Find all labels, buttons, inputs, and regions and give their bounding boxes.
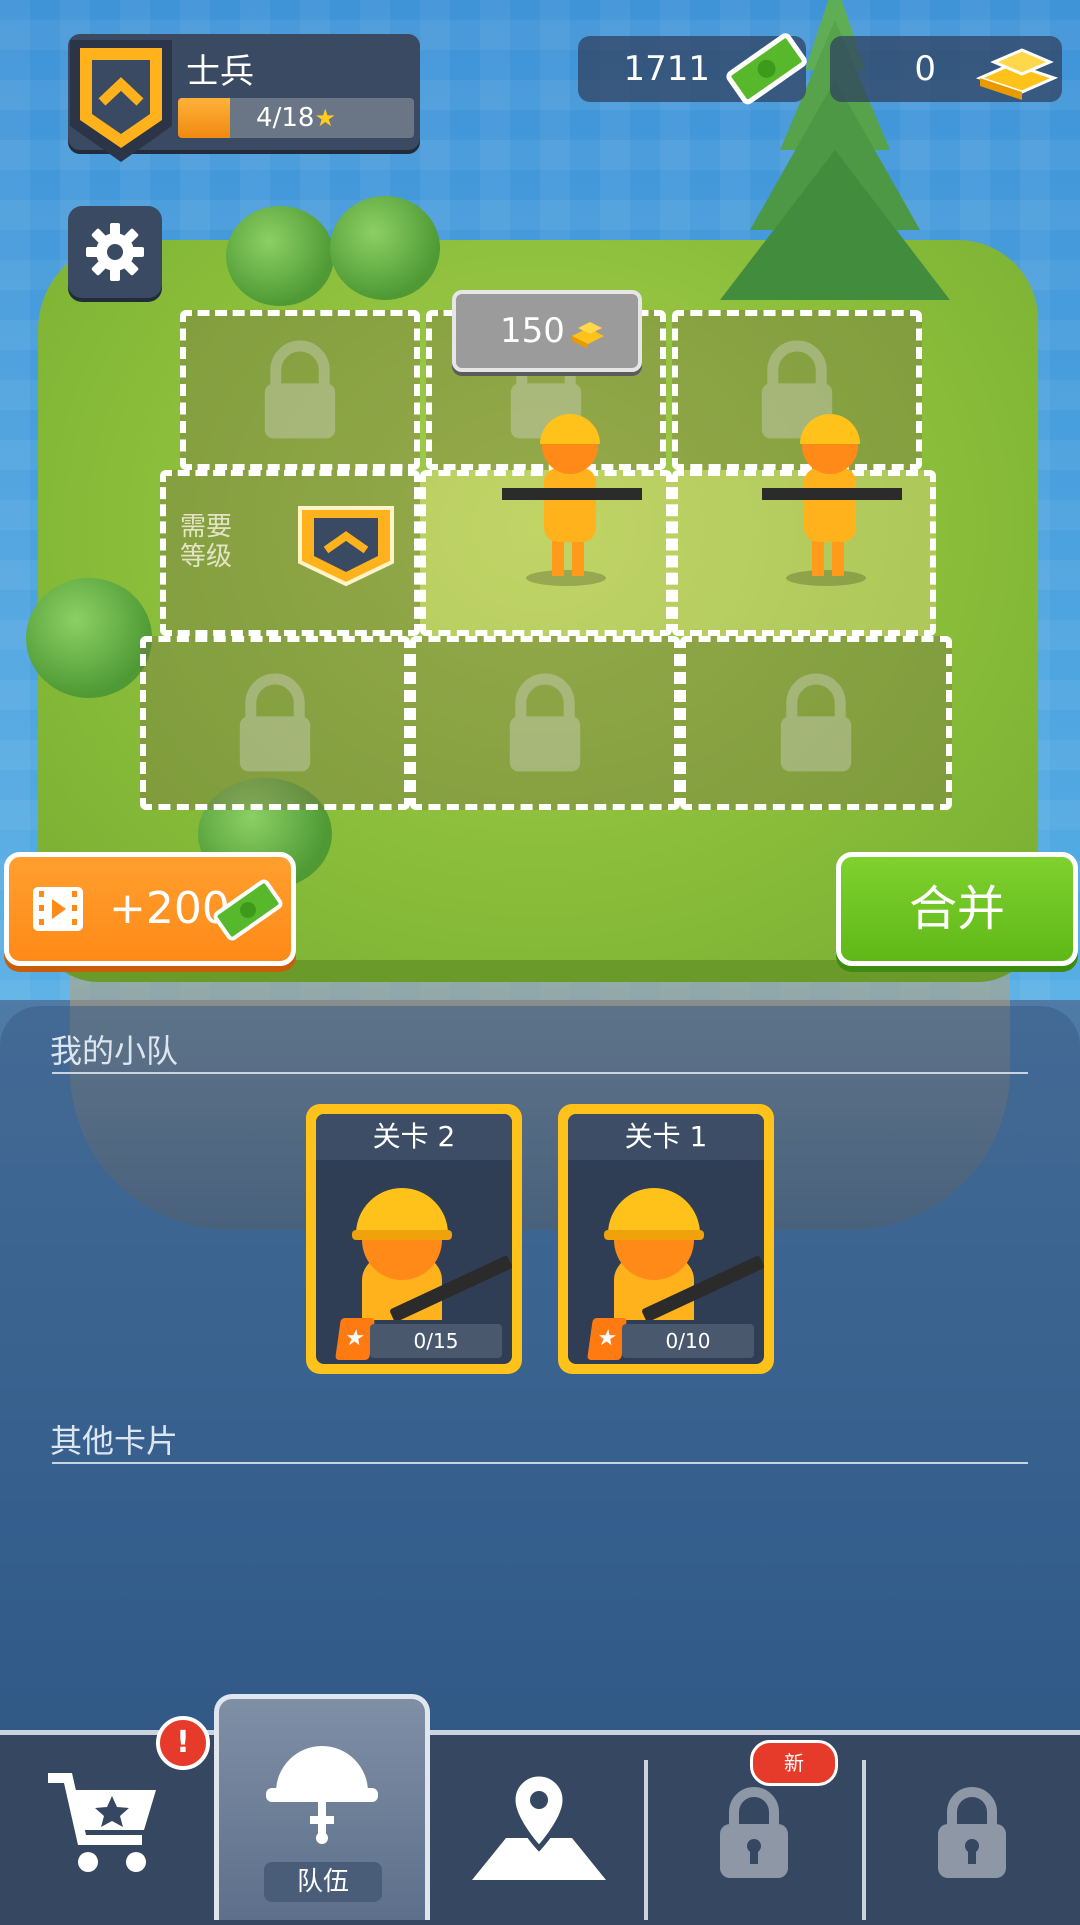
helmet-icon xyxy=(266,1746,378,1844)
card-title: 关卡 1 xyxy=(568,1114,764,1160)
card-progress: 0/10 xyxy=(622,1324,754,1358)
board-tile-locked[interactable] xyxy=(180,310,420,470)
rank-title: 士兵 xyxy=(186,52,254,92)
unlock-price-value: 150 xyxy=(500,311,565,351)
bush xyxy=(330,196,440,300)
bush xyxy=(26,578,152,698)
cash-counter[interactable]: 1711 xyxy=(578,33,807,105)
merge-button[interactable]: 合并 xyxy=(836,852,1078,966)
soldier-unit[interactable] xyxy=(760,388,910,588)
xp-progress-bar: 4/18★ xyxy=(178,98,414,138)
gold-value: 0 xyxy=(914,49,936,89)
star-icon: ★ xyxy=(587,1318,627,1360)
my-squad-title: 我的小队 xyxy=(50,1032,179,1070)
unlock-price-button[interactable]: 150 xyxy=(452,290,642,372)
soldier-unit[interactable] xyxy=(500,388,650,588)
gear-icon xyxy=(86,223,144,281)
card-progress: 0/15 xyxy=(370,1324,502,1358)
shopping-cart-icon xyxy=(48,1773,156,1872)
lock-icon xyxy=(239,673,311,772)
soldier-portrait xyxy=(604,1188,764,1320)
level-requirement-text: 需要 等级 xyxy=(180,512,233,572)
lock-icon xyxy=(720,1787,788,1878)
lock-icon xyxy=(509,673,581,772)
card-body: 关卡 2 ★ 0/15 xyxy=(316,1114,512,1364)
xp-progress-text: 4/18★ xyxy=(256,103,336,133)
nav-tab-map[interactable] xyxy=(432,1740,642,1920)
squad-card[interactable]: 关卡 2 ★ 0/15 xyxy=(306,1104,522,1374)
shop-alert-badge: ! xyxy=(156,1716,210,1770)
board-tile-locked[interactable] xyxy=(140,636,410,810)
lock-icon xyxy=(780,673,852,772)
soldier-portrait xyxy=(352,1188,512,1320)
settings-button[interactable] xyxy=(68,206,162,298)
board-tile-locked[interactable] xyxy=(680,636,952,810)
merge-button-label: 合并 xyxy=(908,881,1005,937)
map-pin-icon xyxy=(472,1771,606,1880)
rank-badge-icon xyxy=(298,506,394,587)
cash-icon xyxy=(726,33,807,105)
watch-ad-reward-button[interactable]: +200 xyxy=(4,852,296,966)
rank-badge-icon xyxy=(70,40,172,162)
new-badge: 新 xyxy=(750,1740,838,1786)
board-tile-locked[interactable] xyxy=(410,636,680,810)
cash-icon xyxy=(213,879,283,941)
gold-counter[interactable]: 0 xyxy=(830,36,1062,102)
lock-icon xyxy=(264,340,336,439)
section-divider xyxy=(52,1072,1028,1074)
nav-tab-locked[interactable] xyxy=(866,1740,1080,1920)
card-body: 关卡 1 ★ 0/10 xyxy=(568,1114,764,1364)
squad-card[interactable]: 关卡 1 ★ 0/10 xyxy=(558,1104,774,1374)
star-icon: ★ xyxy=(335,1318,375,1360)
video-icon xyxy=(33,887,83,931)
card-title: 关卡 2 xyxy=(316,1114,512,1160)
lock-icon xyxy=(938,1787,1006,1878)
gold-bar-icon xyxy=(975,48,1059,100)
nav-tab-team-label: 队伍 xyxy=(264,1862,382,1902)
other-cards-title: 其他卡片 xyxy=(50,1422,179,1460)
section-divider xyxy=(52,1462,1028,1464)
bush xyxy=(226,206,334,306)
star-icon: ★ xyxy=(314,104,336,132)
cash-value: 1711 xyxy=(623,49,710,89)
gold-bar-icon xyxy=(572,322,604,349)
